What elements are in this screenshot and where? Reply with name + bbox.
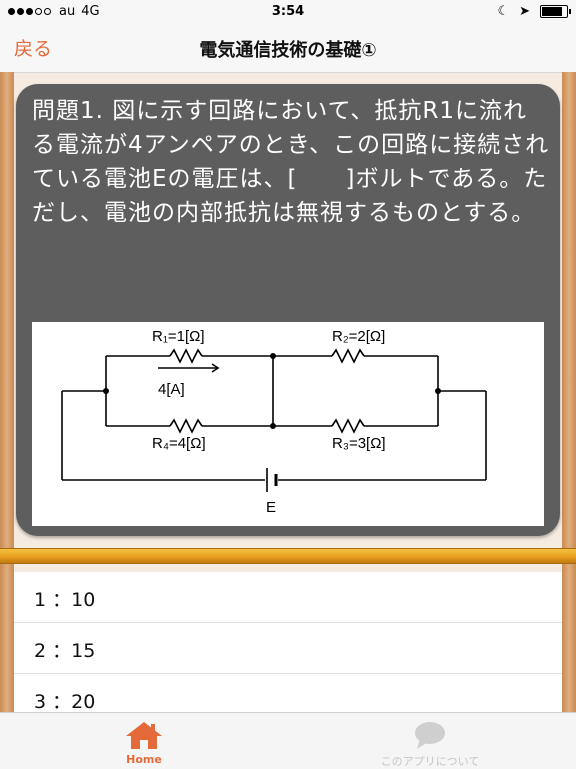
wood-border-right: [562, 72, 576, 712]
tab-home[interactable]: Home: [44, 713, 244, 769]
answer-option-2[interactable]: 2 ：15: [14, 623, 562, 674]
tab-bar: Home このアプリについて: [0, 712, 576, 769]
status-bar: au 4G 3:54 ☾ ➤: [0, 0, 576, 24]
status-right: ☾ ➤: [497, 4, 571, 19]
current-label: 4[A]: [158, 381, 185, 398]
r3-label: R₃=3[Ω]: [332, 435, 386, 452]
wood-border-left: [0, 72, 14, 712]
junction-node: [435, 388, 441, 394]
answer-option-1[interactable]: 1 ：10: [14, 572, 562, 623]
r1-label: R₁=1[Ω]: [152, 328, 205, 345]
answer-list: 1 ：10 2 ：15 3 ：20: [14, 572, 562, 725]
location-arrow-icon: ➤: [519, 4, 530, 19]
page-title: 電気通信技術の基礎①: [199, 40, 377, 61]
tab-about-label: このアプリについて: [380, 755, 480, 768]
battery-icon: [540, 5, 571, 18]
resistor-r4: [169, 418, 203, 434]
divider-bar: [0, 548, 576, 564]
junction-node: [270, 423, 276, 429]
home-icon: [126, 722, 162, 749]
tab-home-label: Home: [126, 753, 162, 766]
answer-label: 2 ：15: [34, 640, 96, 662]
resistor-r2: [331, 348, 365, 364]
circuit-diagram: R₁=1[Ω] R₂=2[Ω] 4[A] R₄=4[Ω] R₃=3[Ω] E: [32, 322, 544, 526]
tab-about[interactable]: このアプリについて: [330, 713, 530, 769]
moon-icon: ☾: [497, 4, 510, 19]
r4-label: R₄=4[Ω]: [152, 435, 206, 452]
answer-label: 1 ：10: [34, 589, 96, 611]
question-card: 問題1. 図に示す回路において、抵抗R1に流れる電流が4アンペアのとき、この回路…: [16, 84, 560, 536]
junction-node: [103, 388, 109, 394]
resistor-r1: [169, 348, 203, 364]
junction-node: [270, 353, 276, 359]
resistor-r3: [331, 418, 365, 434]
navigation-bar: 戻る 電気通信技術の基礎①: [0, 24, 576, 73]
speech-bubble-icon: [415, 722, 445, 749]
status-time: 3:54: [271, 4, 305, 19]
battery-label: E: [266, 499, 276, 516]
r2-label: R₂=2[Ω]: [332, 328, 385, 345]
question-text: 問題1. 図に示す回路において、抵抗R1に流れる電流が4アンペアのとき、この回路…: [32, 98, 550, 226]
answer-label: 3 ：20: [34, 691, 96, 713]
